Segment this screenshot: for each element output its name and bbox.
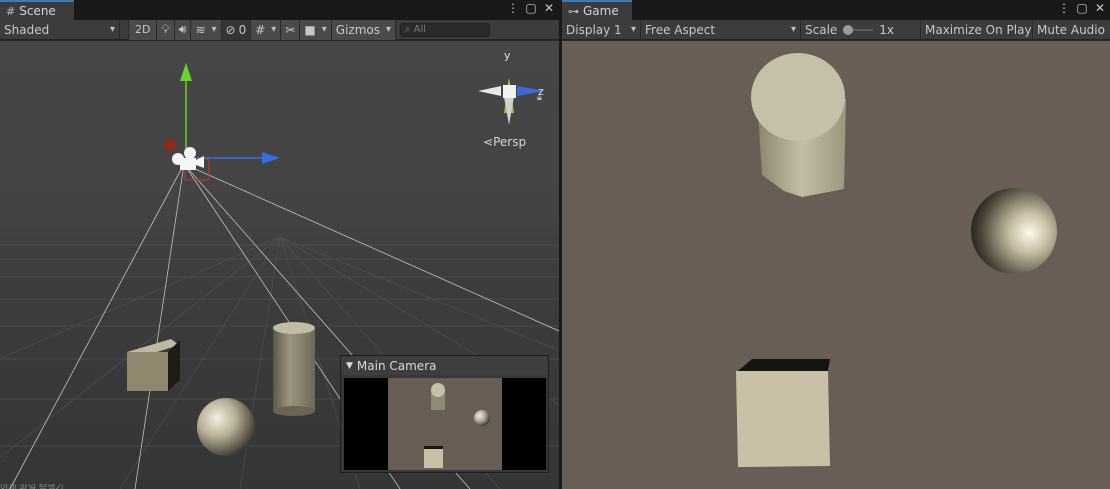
- grid-icon: #: [6, 4, 16, 18]
- scene-tabbar: # Scene ⋮ ▢ ✕: [0, 0, 559, 20]
- scale-slider-handle[interactable]: [843, 24, 854, 35]
- gizmos-dropdown[interactable]: Gizmos: [331, 19, 397, 40]
- grid-snap-icon: #: [255, 22, 266, 37]
- tab-game-label: Game: [583, 4, 619, 18]
- hidden-count: 0: [238, 22, 247, 37]
- scale-value: 1x: [879, 22, 895, 37]
- search-placeholder: All: [413, 24, 427, 35]
- tab-scene[interactable]: # Scene: [0, 0, 74, 20]
- more-options-icon[interactable]: ⋮: [1058, 1, 1070, 15]
- maximize-on-play-toggle[interactable]: Maximize On Play: [921, 19, 1033, 40]
- status-text: 이제 파일 탐색기: [0, 484, 64, 489]
- game-panel: ⊶ Game ⋮ ▢ ✕ Display 1 Free Aspect Scale…: [562, 0, 1110, 489]
- tools-button[interactable]: ✂: [281, 19, 301, 40]
- maximize-on-play-label: Maximize On Play: [925, 22, 1032, 37]
- scene-search-input[interactable]: ⌕ All: [400, 22, 491, 37]
- aspect-label: Free Aspect: [645, 22, 716, 37]
- 2d-toggle-label: 2D: [135, 23, 151, 36]
- camera-icon: ■: [304, 22, 316, 37]
- scale-slider[interactable]: [843, 24, 874, 35]
- tools-icon: ✂: [285, 22, 296, 37]
- scale-control: Scale 1x: [801, 19, 921, 40]
- camera-preview-title: Main Camera: [356, 358, 437, 373]
- gamepad-icon: ⊶: [568, 4, 579, 18]
- close-icon[interactable]: ✕: [1094, 1, 1106, 15]
- camera-preview-render: [388, 378, 502, 470]
- display-dropdown[interactable]: Display 1: [562, 19, 641, 40]
- 2d-toggle-button[interactable]: 2D: [128, 19, 158, 40]
- effects-dropdown[interactable]: ≋: [191, 19, 222, 40]
- scene-panel: # Scene ⋮ ▢ ✕ Shaded 2D 💡︎ 🔊︎ ≋ ⊘ 0: [0, 0, 559, 489]
- grid-snap-dropdown[interactable]: #: [251, 19, 282, 40]
- display-label: Display 1: [566, 22, 622, 37]
- camera-preview-header[interactable]: ▼ Main Camera: [341, 356, 548, 375]
- persp-arrow-icon: ⋖: [483, 135, 494, 149]
- game-viewport[interactable]: [562, 41, 1110, 489]
- maximize-icon[interactable]: ▢: [525, 1, 537, 15]
- camera-preview-window[interactable]: ▼ Main Camera: [340, 355, 549, 473]
- tab-scene-label: Scene: [19, 4, 56, 18]
- aspect-dropdown[interactable]: Free Aspect: [641, 19, 801, 40]
- lock-icon[interactable]: 🔒︎: [537, 93, 542, 103]
- mute-audio-toggle[interactable]: Mute Audio: [1033, 20, 1109, 40]
- tab-game[interactable]: ⊶ Game: [562, 0, 632, 20]
- camera-settings-dropdown[interactable]: ■: [300, 19, 332, 40]
- scene-toolbar: Shaded 2D 💡︎ 🔊︎ ≋ ⊘ 0 # ✂ ■ Gizmos: [0, 19, 559, 40]
- collapse-triangle-icon: ▼: [346, 360, 353, 371]
- lightbulb-icon: 💡︎: [161, 22, 170, 36]
- close-icon[interactable]: ✕: [543, 1, 555, 15]
- game-cube[interactable]: [736, 359, 830, 467]
- cube-object[interactable]: [127, 339, 180, 391]
- game-toolbar: Display 1 Free Aspect Scale 1x Maximize …: [562, 19, 1110, 40]
- game-window-controls: ⋮ ▢ ✕: [1058, 1, 1106, 15]
- camera-preview-image: [344, 378, 546, 470]
- scene-viewport[interactable]: y z 🔒︎ ⋖Persp ▼ Main Camera: [0, 41, 559, 489]
- scene-visibility-toggle[interactable]: ⊘ 0: [221, 19, 252, 40]
- projection-toggle[interactable]: ⋖Persp: [483, 135, 526, 149]
- game-cylinder[interactable]: [751, 53, 846, 197]
- draw-mode-dropdown[interactable]: Shaded: [0, 19, 120, 40]
- sphere-object[interactable]: [197, 398, 255, 456]
- layers-icon: ≋: [195, 22, 206, 37]
- more-options-icon[interactable]: ⋮: [507, 1, 519, 15]
- transform-gizmo[interactable]: [164, 63, 280, 181]
- camera-preview-canvas: [424, 383, 490, 468]
- cylinder-object[interactable]: [273, 322, 315, 416]
- game-sphere[interactable]: [971, 188, 1057, 274]
- game-tabbar: ⊶ Game ⋮ ▢ ✕: [562, 0, 1110, 20]
- scale-label: Scale: [805, 22, 838, 37]
- search-icon: ⌕: [405, 24, 411, 35]
- game-canvas: [736, 53, 1057, 467]
- audio-toggle-button[interactable]: 🔊︎: [174, 19, 192, 40]
- lighting-toggle-button[interactable]: 💡︎: [157, 19, 175, 40]
- hidden-eye-icon: ⊘: [225, 22, 236, 37]
- scene-window-controls: ⋮ ▢ ✕: [507, 1, 555, 15]
- orientation-gizmo[interactable]: y z: [478, 49, 545, 125]
- speaker-icon: 🔊︎: [178, 22, 187, 36]
- projection-label: Persp: [493, 135, 527, 149]
- mute-audio-label: Mute Audio: [1037, 22, 1105, 37]
- gizmo-y-label: y: [504, 49, 511, 62]
- maximize-icon[interactable]: ▢: [1076, 1, 1088, 15]
- draw-mode-label: Shaded: [4, 22, 50, 37]
- gizmos-label: Gizmos: [335, 22, 380, 37]
